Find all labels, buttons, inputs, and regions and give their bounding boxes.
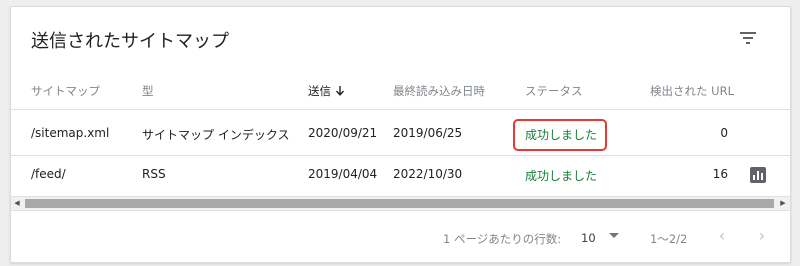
column-header-submitted-label: 送信: [308, 84, 331, 98]
column-header-type[interactable]: 型: [142, 83, 154, 99]
cell-sitemap: /feed/: [31, 167, 66, 181]
column-header-last-read[interactable]: 最終読み込み日時: [393, 83, 485, 99]
chevron-right-icon[interactable]: ›: [752, 226, 772, 246]
filter-list-icon: [740, 32, 756, 44]
filter-button[interactable]: [735, 27, 761, 49]
cell-submitted: 2019/04/04: [308, 167, 378, 181]
column-header-discovered-urls[interactable]: 検出された URL: [650, 83, 734, 99]
header-divider: [11, 109, 790, 110]
scrollbar-thumb[interactable]: [25, 199, 774, 208]
bar-chart-icon[interactable]: [750, 167, 766, 183]
column-header-submitted[interactable]: 送信: [308, 83, 345, 99]
horizontal-scrollbar[interactable]: ◀ ▶: [11, 196, 790, 211]
row-divider: [11, 155, 790, 156]
cell-urls: 0: [720, 126, 728, 140]
column-header-status[interactable]: ステータス: [525, 83, 583, 99]
status-highlight-box: [513, 119, 607, 151]
cell-submitted: 2020/09/21: [308, 126, 378, 140]
cell-status: 成功しました: [525, 169, 598, 183]
cell-urls: 16: [712, 167, 728, 181]
card-title: 送信されたサイトマップ: [31, 31, 229, 52]
rows-per-page-label: 1 ページあたりの行数:: [443, 232, 562, 246]
cell-sitemap: /sitemap.xml: [31, 126, 110, 140]
cell-last-read: 2019/06/25: [393, 126, 463, 140]
arrow-down-icon: [335, 84, 345, 98]
sitemaps-card: 送信されたサイトマップ サイトマップ 型 送信 最終読み込み日時 ステータス 検…: [10, 6, 791, 263]
dropdown-caret-icon[interactable]: [609, 233, 619, 238]
chevron-left-icon[interactable]: ‹: [712, 226, 732, 246]
scroll-right-arrow-icon[interactable]: ▶: [778, 199, 788, 208]
scroll-left-arrow-icon[interactable]: ◀: [12, 199, 22, 208]
cell-type: サイトマップ インデックス: [142, 128, 290, 142]
cell-type: RSS: [142, 167, 166, 181]
cell-last-read: 2022/10/30: [393, 167, 463, 181]
rows-per-page-select[interactable]: 10: [581, 231, 596, 245]
column-header-sitemap[interactable]: サイトマップ: [31, 83, 100, 99]
pagination-range: 1〜2/2: [650, 232, 688, 246]
